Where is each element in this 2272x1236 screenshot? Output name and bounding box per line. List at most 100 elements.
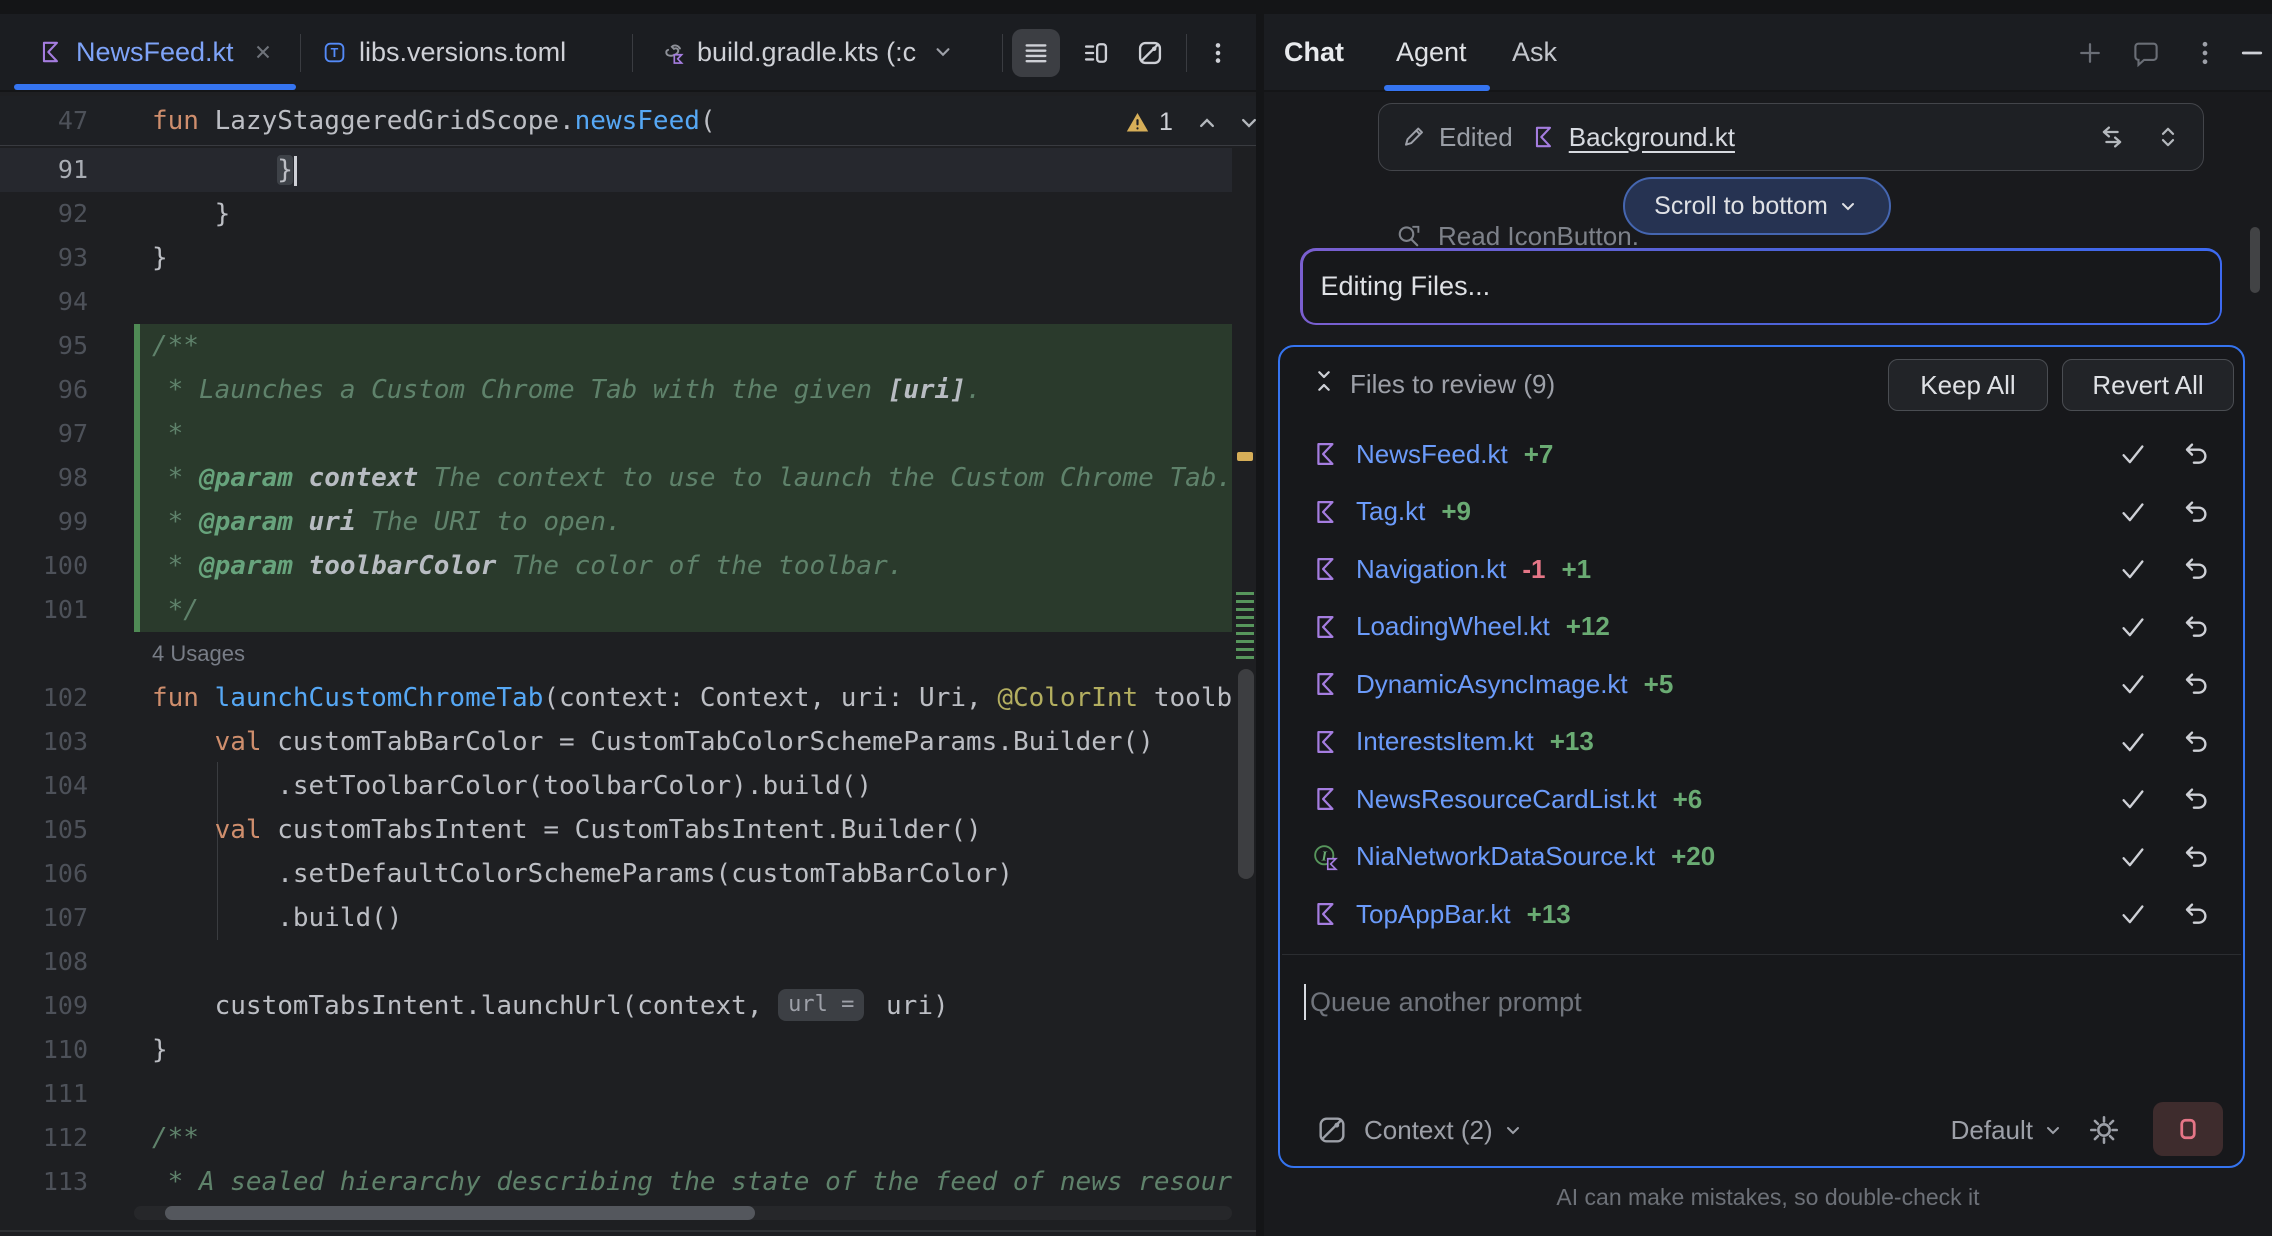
stop-button[interactable] bbox=[2153, 1102, 2223, 1156]
line-number[interactable]: 101 bbox=[0, 588, 88, 632]
file-name-link[interactable]: NiaNetworkDataSource.kt bbox=[1356, 841, 1655, 872]
line-number[interactable]: 110 bbox=[0, 1028, 88, 1072]
file-review-row[interactable]: NewsResourceCardList.kt+6 bbox=[1280, 771, 2240, 827]
keep-file-button[interactable] bbox=[2118, 727, 2148, 757]
stripe-changed-lines-mark[interactable] bbox=[1236, 592, 1254, 662]
edited-file-card[interactable]: Edited Background.kt bbox=[1378, 103, 2204, 171]
show-diff-icon[interactable] bbox=[2097, 122, 2127, 152]
tab-newsfeed-kt[interactable]: NewsFeed.kt bbox=[14, 14, 274, 90]
attach-image-icon[interactable] bbox=[1316, 1114, 1348, 1146]
line-number[interactable]: 98 bbox=[0, 456, 88, 500]
line-number[interactable]: 108 bbox=[0, 940, 88, 984]
file-name-link[interactable]: NewsResourceCardList.kt bbox=[1356, 784, 1657, 815]
file-review-row[interactable]: Tag.kt+9 bbox=[1280, 484, 2240, 540]
line-number[interactable]: 95 bbox=[0, 324, 88, 368]
pane-divider[interactable] bbox=[1256, 14, 1264, 1236]
revert-file-button[interactable] bbox=[2182, 554, 2212, 584]
tab-chat[interactable]: Chat bbox=[1284, 14, 1344, 90]
line-number[interactable]: 96 bbox=[0, 368, 88, 412]
scroll-to-bottom-button[interactable]: Scroll to bottom bbox=[1623, 177, 1891, 235]
file-name-link[interactable]: TopAppBar.kt bbox=[1356, 899, 1511, 930]
prompt-input[interactable]: Queue another prompt bbox=[1310, 984, 1582, 1020]
previous-issue-icon[interactable] bbox=[1193, 109, 1221, 137]
file-review-row[interactable]: INiaNetworkDataSource.kt+20 bbox=[1280, 829, 2240, 885]
line-number[interactable]: 112 bbox=[0, 1116, 88, 1160]
file-name-link[interactable]: DynamicAsyncImage.kt bbox=[1356, 669, 1628, 700]
warning-icon[interactable] bbox=[1124, 109, 1151, 136]
file-review-row[interactable]: DynamicAsyncImage.kt+5 bbox=[1280, 656, 2240, 712]
file-name-link[interactable]: Tag.kt bbox=[1356, 496, 1425, 527]
tab-libs-versions-toml[interactable]: T libs.versions.toml bbox=[300, 14, 566, 90]
sticky-declaration-line[interactable]: 47 fun LazyStaggeredGridScope.newsFeed( … bbox=[0, 96, 1256, 146]
stripe-warning-mark[interactable] bbox=[1237, 452, 1253, 461]
keep-file-button[interactable] bbox=[2118, 842, 2148, 872]
editor-split-view-button[interactable] bbox=[1072, 29, 1120, 77]
keep-file-button[interactable] bbox=[2118, 612, 2148, 642]
line-number[interactable]: 102 bbox=[0, 676, 88, 720]
close-icon[interactable] bbox=[252, 41, 274, 63]
usages-hint-row[interactable]: 4 Usages bbox=[0, 632, 1232, 676]
editor-vertical-scrollbar[interactable] bbox=[1238, 669, 1254, 879]
context-selector[interactable]: Context (2) bbox=[1364, 1115, 1493, 1146]
file-review-row[interactable]: Navigation.kt-1+1 bbox=[1280, 541, 2240, 597]
keep-file-button[interactable] bbox=[2118, 669, 2148, 699]
chevron-down-icon[interactable] bbox=[930, 39, 956, 65]
file-review-row[interactable]: LoadingWheel.kt+12 bbox=[1280, 599, 2240, 655]
line-number[interactable]: 103 bbox=[0, 720, 88, 764]
editor-list-view-button[interactable] bbox=[1012, 29, 1060, 77]
keep-file-button[interactable] bbox=[2118, 554, 2148, 584]
tab-agent[interactable]: Agent bbox=[1396, 14, 1467, 90]
file-name-link[interactable]: InterestsItem.kt bbox=[1356, 726, 1534, 757]
new-chat-icon[interactable] bbox=[2075, 38, 2105, 68]
file-review-row[interactable]: TopAppBar.kt+13 bbox=[1280, 886, 2240, 942]
editor-more-options-button[interactable] bbox=[1194, 29, 1242, 77]
line-number[interactable]: 113 bbox=[0, 1160, 88, 1204]
edited-file-link[interactable]: Background.kt bbox=[1569, 122, 1735, 153]
revert-file-button[interactable] bbox=[2182, 612, 2212, 642]
line-number[interactable]: 94 bbox=[0, 280, 88, 324]
editor-horizontal-scrollbar[interactable] bbox=[165, 1206, 755, 1220]
revert-file-button[interactable] bbox=[2182, 439, 2212, 469]
usages-hint-label[interactable]: 4 Usages bbox=[152, 632, 245, 676]
revert-file-button[interactable] bbox=[2182, 727, 2212, 757]
line-number[interactable]: 105 bbox=[0, 808, 88, 852]
expand-card-icon[interactable] bbox=[2153, 122, 2183, 152]
chevron-down-icon[interactable] bbox=[1501, 1118, 1525, 1142]
keep-all-button[interactable]: Keep All bbox=[1888, 359, 2048, 411]
more-options-icon[interactable] bbox=[2190, 38, 2220, 68]
model-selector[interactable]: Default bbox=[1951, 1115, 2033, 1146]
file-name-link[interactable]: NewsFeed.kt bbox=[1356, 439, 1508, 470]
chevron-down-icon[interactable] bbox=[2041, 1118, 2065, 1142]
gear-icon[interactable] bbox=[2087, 1113, 2121, 1147]
file-review-row[interactable]: InterestsItem.kt+13 bbox=[1280, 714, 2240, 770]
revert-file-button[interactable] bbox=[2182, 842, 2212, 872]
line-number[interactable]: 106 bbox=[0, 852, 88, 896]
line-number[interactable]: 107 bbox=[0, 896, 88, 940]
tab-build-gradle-kts[interactable]: build.gradle.kts (:c bbox=[632, 14, 956, 90]
file-review-row[interactable]: NewsFeed.kt+7 bbox=[1280, 426, 2240, 482]
code-editor[interactable]: 91 }92 }93}9495/**96 * Launches a Custom… bbox=[0, 148, 1256, 1236]
keep-file-button[interactable] bbox=[2118, 784, 2148, 814]
chat-history-icon[interactable] bbox=[2131, 38, 2161, 68]
line-number[interactable]: 100 bbox=[0, 544, 88, 588]
hide-panel-icon[interactable] bbox=[2237, 38, 2267, 68]
line-number[interactable]: 99 bbox=[0, 500, 88, 544]
revert-file-button[interactable] bbox=[2182, 899, 2212, 929]
line-number[interactable]: 109 bbox=[0, 984, 88, 1028]
revert-file-button[interactable] bbox=[2182, 497, 2212, 527]
line-number[interactable]: 111 bbox=[0, 1072, 88, 1116]
file-name-link[interactable]: LoadingWheel.kt bbox=[1356, 611, 1550, 642]
keep-file-button[interactable] bbox=[2118, 439, 2148, 469]
chat-scrollbar[interactable] bbox=[2250, 227, 2260, 293]
tab-ask[interactable]: Ask bbox=[1512, 14, 1557, 90]
line-number[interactable]: 97 bbox=[0, 412, 88, 456]
collapse-icon[interactable] bbox=[1310, 367, 1338, 395]
line-number[interactable]: 93 bbox=[0, 236, 88, 280]
keep-file-button[interactable] bbox=[2118, 899, 2148, 929]
line-number[interactable]: 91 bbox=[0, 148, 88, 192]
line-number[interactable]: 92 bbox=[0, 192, 88, 236]
revert-file-button[interactable] bbox=[2182, 669, 2212, 699]
line-number[interactable]: 104 bbox=[0, 764, 88, 808]
file-name-link[interactable]: Navigation.kt bbox=[1356, 554, 1506, 585]
revert-all-button[interactable]: Revert All bbox=[2062, 359, 2234, 411]
